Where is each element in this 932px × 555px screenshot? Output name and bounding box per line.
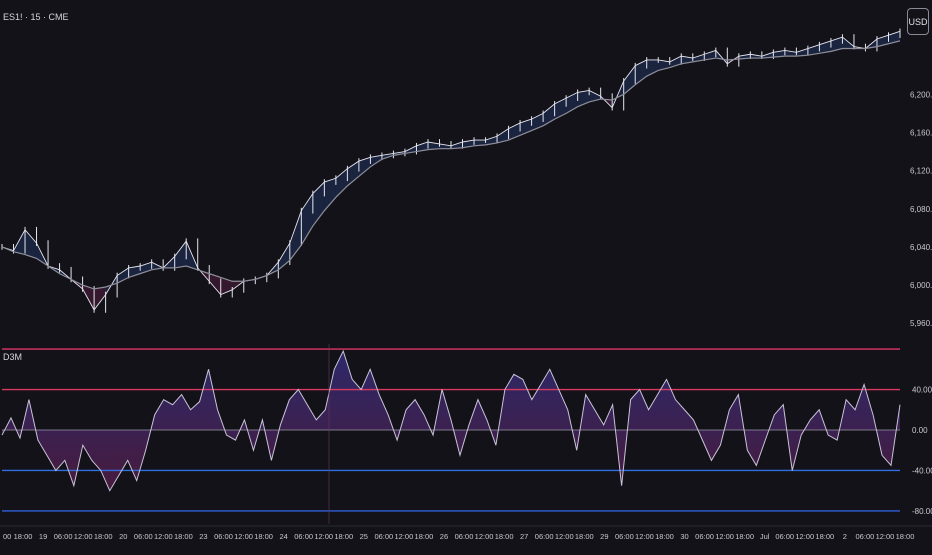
time-tick-label: 18:00 — [655, 532, 674, 541]
time-tick-label: 27 — [520, 532, 528, 541]
time-tick-label: 12:00 — [394, 532, 413, 541]
ma-fill — [25, 229, 37, 259]
price-tick-label: 6,160.00 — [910, 128, 932, 137]
time-tick-label: 20 — [119, 532, 127, 541]
time-tick-label: 12:00 — [234, 532, 253, 541]
time-tick-label: 18:00 — [334, 532, 353, 541]
price-tick-label: 6,080.00 — [910, 205, 932, 214]
time-tick-label: Jul — [760, 532, 770, 541]
time-tick-label: 25 — [360, 532, 368, 541]
time-tick-label: 18:00 — [94, 532, 113, 541]
time-tick-label: 18:00 — [14, 532, 33, 541]
time-tick-label: 18:00 — [815, 532, 834, 541]
ma-fill — [94, 286, 106, 310]
time-tick-label: 06:00 — [294, 532, 313, 541]
time-tick-label: 18:00 — [174, 532, 193, 541]
time-tick-label: 12:00 — [876, 532, 895, 541]
price-tick-label: 6,200.00 — [910, 90, 932, 99]
time-tick-label: 2 — [843, 532, 847, 541]
price-axis[interactable]: 6,200.00 6,160.00 6,120.00 6,080.00 6,040.00… — [910, 90, 932, 328]
time-tick-label: 06:00 — [695, 532, 714, 541]
time-tick-label: 26 — [440, 532, 448, 541]
ma-fill — [312, 182, 325, 226]
price-tick-label: 6,040.00 — [910, 243, 932, 252]
price-tick-label: 6,000.00 — [910, 281, 932, 290]
time-tick-label: 18:00 — [415, 532, 434, 541]
time-tick-label: 30 — [680, 532, 688, 541]
time-tick-label: 19 — [39, 532, 47, 541]
osc-tick-label: -80.00 — [912, 507, 932, 516]
osc-tick-label: 40.00 — [912, 386, 932, 395]
time-tick-label: 18:00 — [896, 532, 915, 541]
time-tick-label: 06:00 — [455, 532, 474, 541]
time-tick-label: 12:00 — [314, 532, 333, 541]
ma-fill — [301, 193, 313, 246]
oscillator-label: D3M — [3, 352, 23, 362]
time-tick-label: 06:00 — [856, 532, 875, 541]
oscillator-axis[interactable]: 40.00 0.00 -40.00 -80.00 — [912, 386, 932, 516]
price-pane[interactable] — [1, 28, 901, 313]
time-tick-label: 00 — [3, 532, 11, 541]
time-tick-label: 12:00 — [475, 532, 494, 541]
osc-tick-label: -40.00 — [912, 466, 932, 475]
time-tick-label: 23 — [199, 532, 207, 541]
symbol-label: ES1! · 15 · CME — [3, 12, 69, 22]
time-tick-label: 18:00 — [575, 532, 594, 541]
moving-average-line — [1, 40, 901, 290]
currency-button[interactable]: USD — [907, 8, 929, 35]
ma-fill — [324, 178, 336, 211]
time-tick-label: 12:00 — [795, 532, 814, 541]
time-tick-label: 12:00 — [715, 532, 734, 541]
chart-svg: 6,200.00 6,160.00 6,120.00 6,080.00 6,040.00… — [0, 28, 932, 541]
time-tick-label: 06:00 — [374, 532, 393, 541]
time-tick-label: 18:00 — [254, 532, 273, 541]
time-tick-label: 06:00 — [615, 532, 634, 541]
price-tick-label: 5,960.00 — [910, 319, 932, 328]
time-tick-label: 06:00 — [535, 532, 554, 541]
time-tick-label: 18:00 — [735, 532, 754, 541]
time-tick-label: 29 — [600, 532, 608, 541]
time-tick-label: 18:00 — [495, 532, 514, 541]
time-tick-label: 12:00 — [154, 532, 173, 541]
osc-tick-label: 0.00 — [912, 426, 928, 435]
time-tick-label: 06:00 — [134, 532, 153, 541]
chart-root: 6,200.00 6,160.00 6,120.00 6,080.00 6,040.00… — [0, 0, 932, 550]
price-tick-label: 6,120.00 — [910, 167, 932, 176]
time-tick-label: 12:00 — [635, 532, 654, 541]
time-tick-label: 24 — [279, 532, 287, 541]
time-tick-label: 12:00 — [74, 532, 93, 541]
time-tick-label: 06:00 — [775, 532, 794, 541]
time-tick-label: 06:00 — [214, 532, 233, 541]
time-tick-label: 06:00 — [54, 532, 73, 541]
time-axis[interactable]: 00 18:00 19 06:00 12:00 18:00 20 06:00 12:00 18:0… — [0, 525, 932, 541]
time-tick-label: 12:00 — [555, 532, 574, 541]
oscillator-pane[interactable] — [1, 344, 901, 524]
